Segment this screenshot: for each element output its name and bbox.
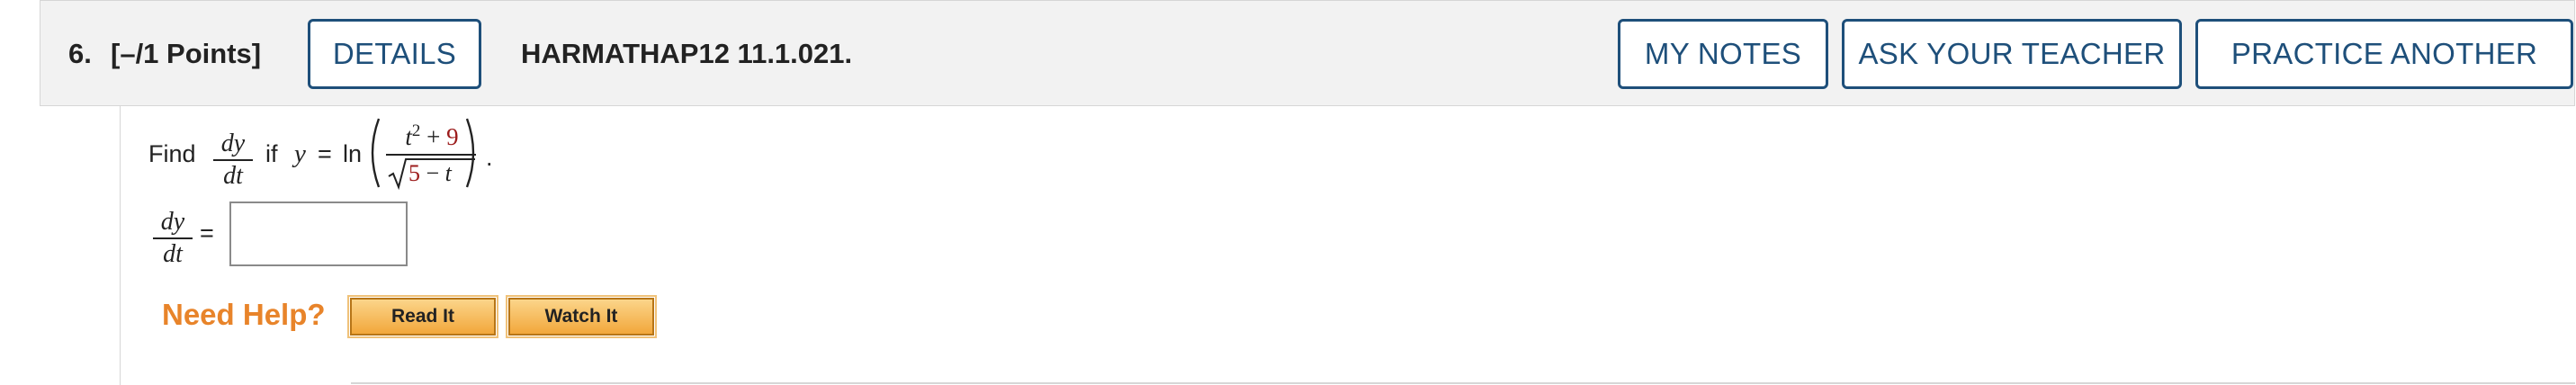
answer-derivative-numerator: dy	[160, 208, 185, 236]
ask-your-teacher-button[interactable]: ASK YOUR TEACHER	[1842, 19, 2182, 89]
numerator-exponent: 2	[411, 121, 421, 140]
body-divider	[351, 382, 2575, 384]
my-notes-button[interactable]: MY NOTES	[1618, 19, 1828, 89]
y-variable: y	[294, 139, 306, 168]
read-it-button[interactable]: Read It	[347, 295, 498, 338]
practice-another-button[interactable]: PRACTICE ANOTHER	[2195, 19, 2573, 89]
details-button[interactable]: DETAILS	[308, 19, 481, 89]
numerator-variable: t	[405, 123, 412, 150]
answer-derivative-fraction: dy dt	[153, 209, 193, 268]
inner-fraction-bar	[386, 154, 476, 156]
watch-it-button[interactable]: Watch It	[506, 295, 657, 338]
equals-sign: =	[318, 140, 332, 167]
answer-input[interactable]	[229, 201, 408, 266]
question-points: [–/1 Points]	[111, 38, 262, 69]
period: .	[486, 144, 493, 171]
derivative-numerator: dy	[220, 130, 246, 157]
question-number: 6.	[68, 38, 92, 69]
fraction-bar	[213, 159, 253, 161]
plus-sign: +	[426, 123, 441, 150]
derivative-fraction: dy dt	[213, 130, 253, 190]
answer-derivative-denominator: dt	[163, 240, 183, 268]
inner-numerator: t2 + 9	[393, 121, 471, 151]
if-label: if	[265, 140, 278, 167]
minus-sign: −	[426, 160, 440, 186]
find-label: Find	[148, 140, 196, 167]
radicand-constant: 5	[408, 160, 420, 186]
question-header: 6. [–/1 Points] DETAILS HARMATHAP12 11.1…	[40, 0, 2575, 106]
answer-equals-sign: =	[200, 219, 214, 246]
need-help-label: Need Help?	[162, 298, 326, 331]
radicand: 5 − t	[408, 160, 475, 187]
question-code: HARMATHAP12 11.1.021.	[521, 38, 853, 69]
answer-fraction-bar	[153, 237, 193, 239]
ln-function: ln	[343, 140, 363, 167]
derivative-denominator: dt	[223, 162, 243, 190]
radicand-variable: t	[444, 160, 452, 186]
numerator-constant: 9	[446, 123, 459, 150]
